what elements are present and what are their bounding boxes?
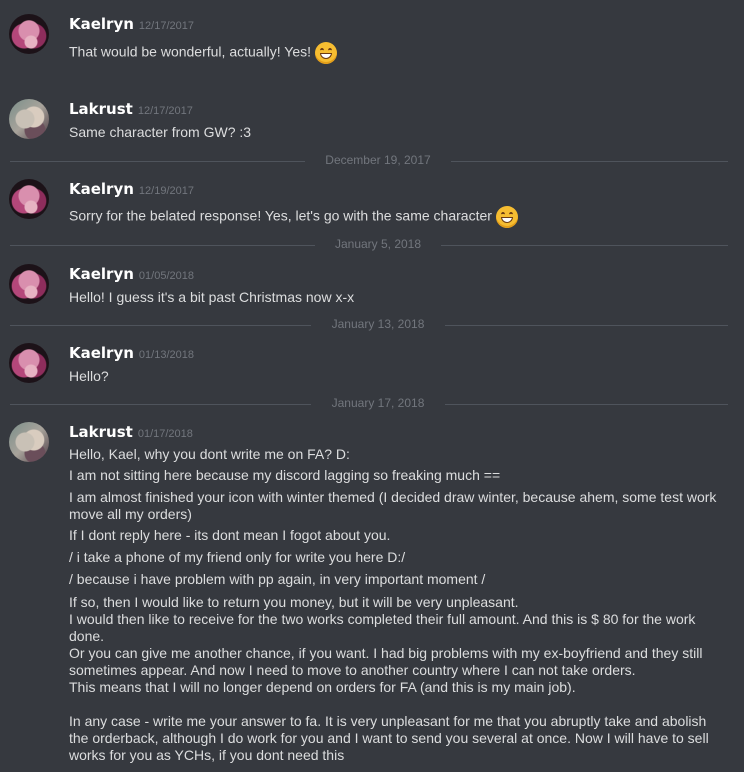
author-name[interactable]: Kaelryn: [69, 344, 134, 362]
message-text: / because i have problem with pp again, …: [69, 571, 486, 587]
message-text: / i take a phone of my friend only for w…: [69, 549, 406, 565]
avatar[interactable]: [9, 422, 49, 462]
date-divider: January 17, 2018: [10, 396, 728, 410]
message-text: That would be wonderful, actually! Yes!: [69, 42, 717, 64]
message-timestamp: 01/05/2018: [138, 270, 194, 282]
avatar[interactable]: [9, 14, 49, 54]
message-text: I am not sitting here because my discord…: [69, 467, 501, 483]
date-divider: January 13, 2018: [10, 317, 728, 331]
avatar[interactable]: [9, 99, 49, 139]
message-timestamp: 12/17/2017: [138, 20, 194, 32]
message-text: Hello?: [69, 368, 109, 384]
author-name[interactable]: Lakrust: [69, 423, 133, 441]
date-divider-label: January 13, 2018: [331, 317, 425, 331]
avatar[interactable]: [9, 264, 49, 304]
avatar[interactable]: [9, 179, 49, 219]
message-text: Hello, Kael, why you dont write me on FA…: [69, 446, 350, 462]
date-divider: January 5, 2018: [10, 237, 728, 251]
date-divider-label: January 5, 2018: [334, 237, 422, 251]
chat-messages: Kaelryn 12/17/2017 That would be wonderfu…: [0, 0, 744, 772]
message-timestamp: 12/19/2017: [138, 185, 194, 197]
message-text: If so, then I would like to return you m…: [69, 594, 709, 763]
message-text: Hello! I guess it's a bit past Christmas…: [69, 289, 355, 305]
author-name[interactable]: Kaelryn: [69, 265, 134, 283]
message-timestamp: 01/17/2018: [137, 428, 193, 440]
grinning-face-emoji-icon: [495, 206, 518, 228]
date-divider-label: January 17, 2018: [331, 396, 425, 410]
author-name[interactable]: Lakrust: [69, 100, 133, 118]
message-timestamp: 01/13/2018: [138, 349, 194, 361]
message-text: I am almost finished your icon with wint…: [69, 489, 721, 522]
message-text: Same character from GW? :3: [69, 124, 252, 140]
grinning-face-emoji-icon: [315, 42, 338, 64]
message-text: Sorry for the belated response! Yes, let…: [69, 206, 717, 228]
message-timestamp: 12/17/2017: [137, 105, 193, 117]
date-divider-label: December 19, 2017: [325, 153, 431, 167]
message-text: If I dont reply here - its dont mean I f…: [69, 527, 391, 543]
date-divider: December 19, 2017: [10, 153, 728, 167]
author-name[interactable]: Kaelryn: [69, 15, 134, 33]
avatar[interactable]: [9, 343, 49, 383]
author-name[interactable]: Kaelryn: [69, 180, 134, 198]
